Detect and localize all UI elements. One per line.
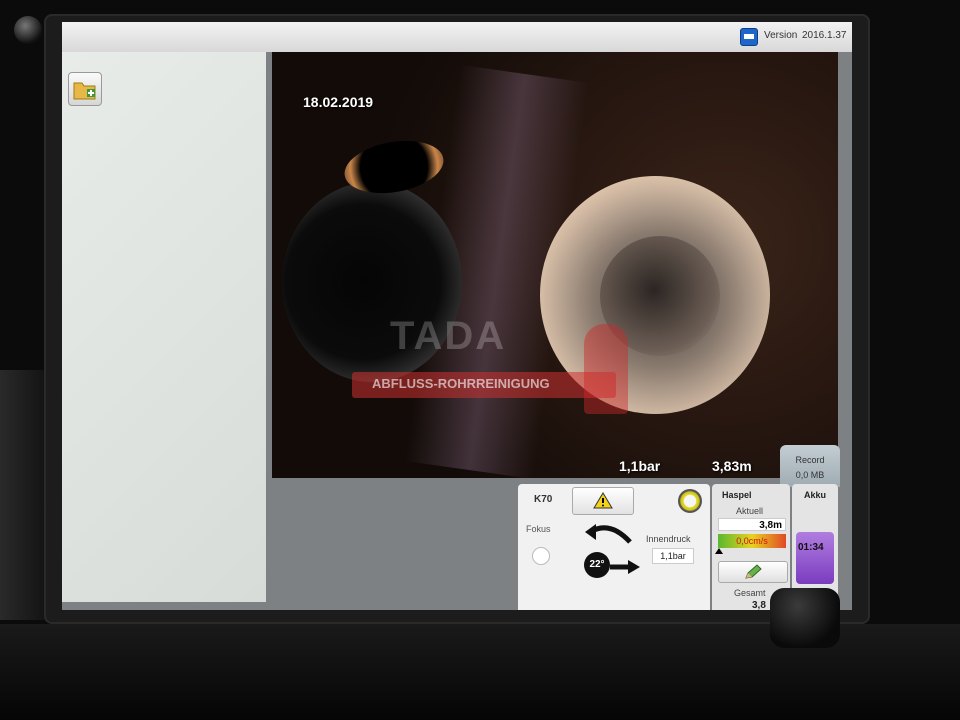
battery-title: Akku [804,490,827,500]
control-knob [770,588,840,648]
record-label: Record [795,455,825,465]
warning-icon [593,492,613,509]
reel-current-label: Aktuell [736,506,764,516]
open-folder-button[interactable] [68,72,102,106]
camera-angle: 22° [584,552,610,578]
rotate-arrow-icon[interactable] [584,520,636,554]
pencil-icon [745,564,762,579]
left-panel [62,52,266,602]
watermark-subtitle: ABFLUSS-ROHRREINIGUNG [372,376,550,391]
battery-time: 01:34 [798,542,824,553]
osd-distance: 3,83m [712,458,752,474]
reel-total-label: Gesamt [734,588,766,598]
watermark-title: TADA [390,314,507,358]
power-icon[interactable] [678,489,702,513]
version-icon[interactable] [740,28,758,46]
power-orb-icon[interactable] [14,16,42,44]
folder-add-icon [73,82,96,100]
camera-control-panel: K70 Fokus 22° Innendruck 1,1bar [518,484,710,610]
record-indicator[interactable]: Record 0,0 MB [780,445,840,487]
reel-current-value: 3,8m [718,518,786,531]
record-size: 0,0 MB [795,470,825,480]
focus-label: Fokus [526,524,551,534]
version-number: 2016.1.37 [802,30,847,41]
camera-model: K70 [534,494,553,505]
right-arrow-icon[interactable] [610,560,640,574]
title-bar: Version 2016.1.37 [62,22,852,52]
pressure-label: Innendruck [646,534,691,544]
version-label: Version [764,30,798,41]
desk-edge [0,370,50,620]
focus-slider-handle[interactable] [532,547,550,565]
osd-date: 18.02.2019 [303,94,374,110]
edit-button[interactable] [718,561,788,583]
battery-level-bar [796,532,834,584]
warning-button[interactable] [572,487,634,515]
reel-total-value: 3,8 [752,600,766,610]
reel-title: Haspel [722,490,752,500]
watermark-logo [584,324,628,414]
camera-video-feed[interactable]: TADA ABFLUSS-ROHRREINIGUNG 18.02.2019 1,… [272,52,838,478]
speed-marker-icon [715,548,723,554]
reel-speed: 0,0cm/s [718,534,786,548]
pressure-value: 1,1bar [652,548,694,564]
monitor-screen: Version 2016.1.37 TADA ABFLUSS-ROHRREINI… [62,22,852,610]
battery-panel: Akku 01:34 [792,484,838,594]
osd-pressure: 1,1bar [619,458,661,474]
